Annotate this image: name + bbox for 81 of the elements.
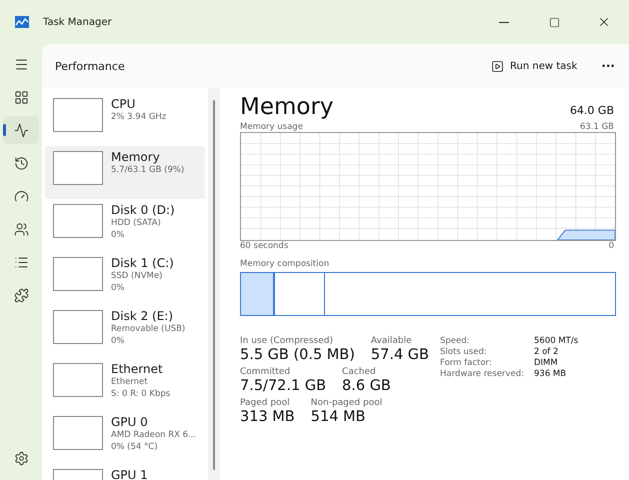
detail-title: Memory: [240, 94, 334, 120]
device-item[interactable]: Disk 2 (E:) Removable (USB) 0%: [45, 305, 205, 358]
device-item[interactable]: Disk 1 (C:) SSD (NVMe) 0%: [45, 252, 205, 305]
close-icon: [597, 15, 611, 29]
graph-max: 63.1 GB: [580, 122, 614, 132]
time-axis-start: 60 seconds: [240, 241, 288, 251]
more-options-button[interactable]: ···: [597, 57, 619, 75]
pulse-icon: [14, 122, 28, 138]
window-title: Task Manager: [43, 16, 113, 28]
device-detail: Removable (USB): [111, 323, 186, 335]
graph-label: Memory usage: [240, 122, 303, 132]
device-detail: 2% 3.94 GHz: [111, 111, 166, 123]
stat-label: Cached: [342, 367, 377, 377]
device-item[interactable]: Disk 0 (D:) HDD (SATA) 0%: [45, 199, 205, 252]
device-item[interactable]: Memory 5.7/63.1 GB (9%): [45, 146, 205, 199]
stat-label: Non-paged pool: [310, 398, 382, 408]
device-detail: 0%: [111, 282, 126, 294]
mini-graph: [53, 310, 103, 344]
page-title: Performance: [55, 60, 126, 72]
composition-label: Memory composition: [240, 259, 330, 269]
device-detail: Ethernet: [111, 376, 149, 388]
device-detail: HDD (SATA): [111, 217, 162, 229]
stat-label: Committed: [240, 367, 292, 377]
device-name: Ethernet: [111, 362, 164, 376]
device-name: CPU: [111, 97, 136, 111]
history-icon: [14, 156, 28, 170]
stat-label: Available: [370, 336, 413, 346]
device-name: GPU 1: [111, 468, 148, 480]
spec-value: DIMM: [534, 358, 559, 368]
stat-value: 313 MB: [240, 409, 295, 425]
scrollbar[interactable]: [208, 88, 220, 480]
device-detail: 5.7/63.1 GB (9%): [111, 164, 184, 176]
device-name: Disk 0 (D:): [111, 203, 175, 217]
run-new-task-button[interactable]: Run new task: [485, 56, 584, 76]
mini-graph: [53, 98, 103, 132]
device-name: Memory: [111, 150, 161, 164]
menu-icon: [14, 56, 28, 72]
device-name: Disk 2 (E:): [111, 309, 174, 323]
stat-label: In use (Compressed): [240, 336, 334, 346]
device-detail: SSD (NVMe): [111, 270, 164, 282]
device-item[interactable]: Ethernet Ethernet S: 0 R: 0 Kbps: [45, 358, 205, 411]
mini-graph: [53, 151, 103, 185]
device-item[interactable]: GPU 0 AMD Radeon RX 6... 0% (54 °C): [45, 411, 205, 464]
mini-graph: [53, 257, 103, 291]
spec-value: 2 of 2: [534, 347, 560, 357]
device-item[interactable]: GPU 1: [45, 464, 205, 480]
puzzle-icon: [14, 288, 28, 302]
mini-graph: [53, 204, 103, 238]
device-name: Disk 1 (C:): [111, 256, 174, 270]
device-item[interactable]: CPU 2% 3.94 GHz: [45, 93, 205, 146]
device-detail: 0%: [111, 229, 126, 241]
settings-icon: [14, 450, 28, 466]
mini-graph: [53, 363, 103, 397]
nav-button[interactable]: [3, 116, 39, 144]
spec-label: Speed:: [440, 336, 471, 346]
spec-value: 936 MB: [534, 369, 568, 379]
stat-value: 7.5/72.1 GB: [240, 378, 326, 394]
spec-label: Hardware reserved:: [440, 369, 525, 379]
gauge-icon: [14, 188, 28, 204]
stat-label: Paged pool: [240, 398, 291, 408]
mini-graph: [53, 416, 103, 450]
device-detail: S: 0 R: 0 Kbps: [111, 388, 170, 400]
stat-value: 57.4 GB: [370, 347, 429, 363]
maximize-icon: [548, 16, 560, 28]
total-memory: 64.0 GB: [570, 104, 614, 117]
spec-label: Form factor:: [440, 358, 493, 368]
spec-value: 5600 MT/s: [534, 336, 578, 346]
time-axis-end: 0: [608, 241, 614, 251]
spec-label: Slots used:: [440, 347, 488, 357]
device-name: GPU 0: [111, 415, 149, 429]
device-detail: 0%: [111, 335, 126, 347]
stat-value: 5.5 GB (0.5 MB): [240, 347, 355, 363]
grid-icon: [14, 90, 28, 104]
run-task-icon: [491, 60, 504, 72]
users-icon: [14, 222, 28, 236]
stat-value: 8.6 GB: [342, 378, 391, 394]
device-detail: AMD Radeon RX 6...: [111, 429, 196, 441]
stat-value: 514 MB: [310, 409, 366, 425]
selection-indicator: [3, 124, 6, 136]
app-logo-icon: [15, 16, 29, 28]
device-detail: 0% (54 °C): [111, 441, 159, 453]
